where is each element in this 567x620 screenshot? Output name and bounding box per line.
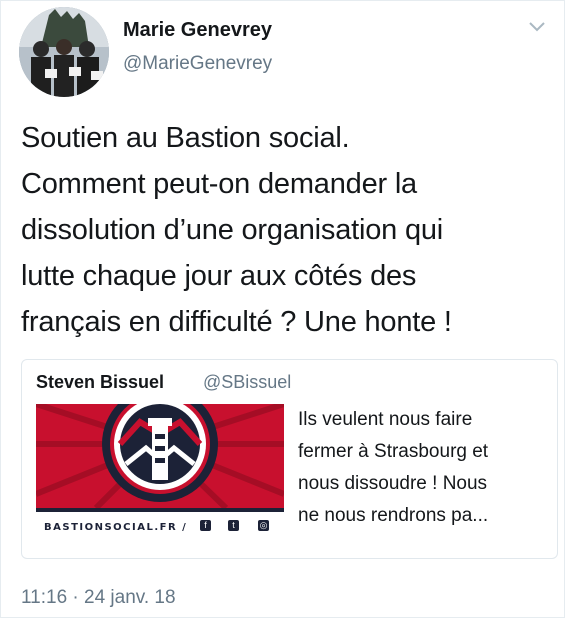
tweet-text-line: français en difficulté ? Une honte ! (21, 306, 452, 338)
author-handle[interactable]: @MarieGenevrey (123, 53, 272, 75)
instagram-icon: ◎ (258, 520, 269, 531)
avatar[interactable] (19, 7, 109, 97)
quoted-tweet-text: Ils veulent nous faire fermer à Strasbou… (298, 404, 548, 532)
tweet-text-line: dissolution d’une organisation qui (21, 214, 444, 246)
tweet-text-line: lutte chaque jour aux côtés des (21, 260, 417, 292)
tweet-card: Marie Genevrey @MarieGenevrey Soutien au… (0, 0, 565, 618)
tweet-text-line: Comment peut-on demander la (21, 168, 417, 200)
quoted-text-line: Ils veulent nous faire (298, 409, 473, 430)
quoted-author-name[interactable]: Steven Bissuel (36, 372, 164, 393)
quoted-text-line: fermer à Strasbourg et (298, 441, 489, 462)
quoted-media-image[interactable]: BASTIONSOCIAL.FR / f t ◎ (36, 404, 284, 544)
tweet-text-line: Soutien au Bastion social. (21, 122, 350, 154)
tweet-text: Soutien au Bastion social. Comment peut-… (21, 115, 561, 345)
quoted-text-line: ne nous rendrons pa... (298, 505, 489, 526)
facebook-icon: f (200, 520, 211, 531)
author-name[interactable]: Marie Genevrey (123, 19, 272, 42)
quoted-author-handle[interactable]: @SBissuel (203, 372, 291, 393)
chevron-down-icon[interactable] (528, 21, 546, 33)
tweet-timestamp[interactable]: 11:16 · 24 janv. 18 (21, 587, 176, 609)
twitter-icon: t (228, 520, 239, 531)
quoted-tweet[interactable]: Steven Bissuel @SBissuel BASTIONSOCIAL.F… (21, 359, 558, 559)
quoted-text-line: nous dissoudre ! Nous (298, 473, 488, 494)
image-caption: BASTIONSOCIAL.FR / (44, 522, 188, 533)
